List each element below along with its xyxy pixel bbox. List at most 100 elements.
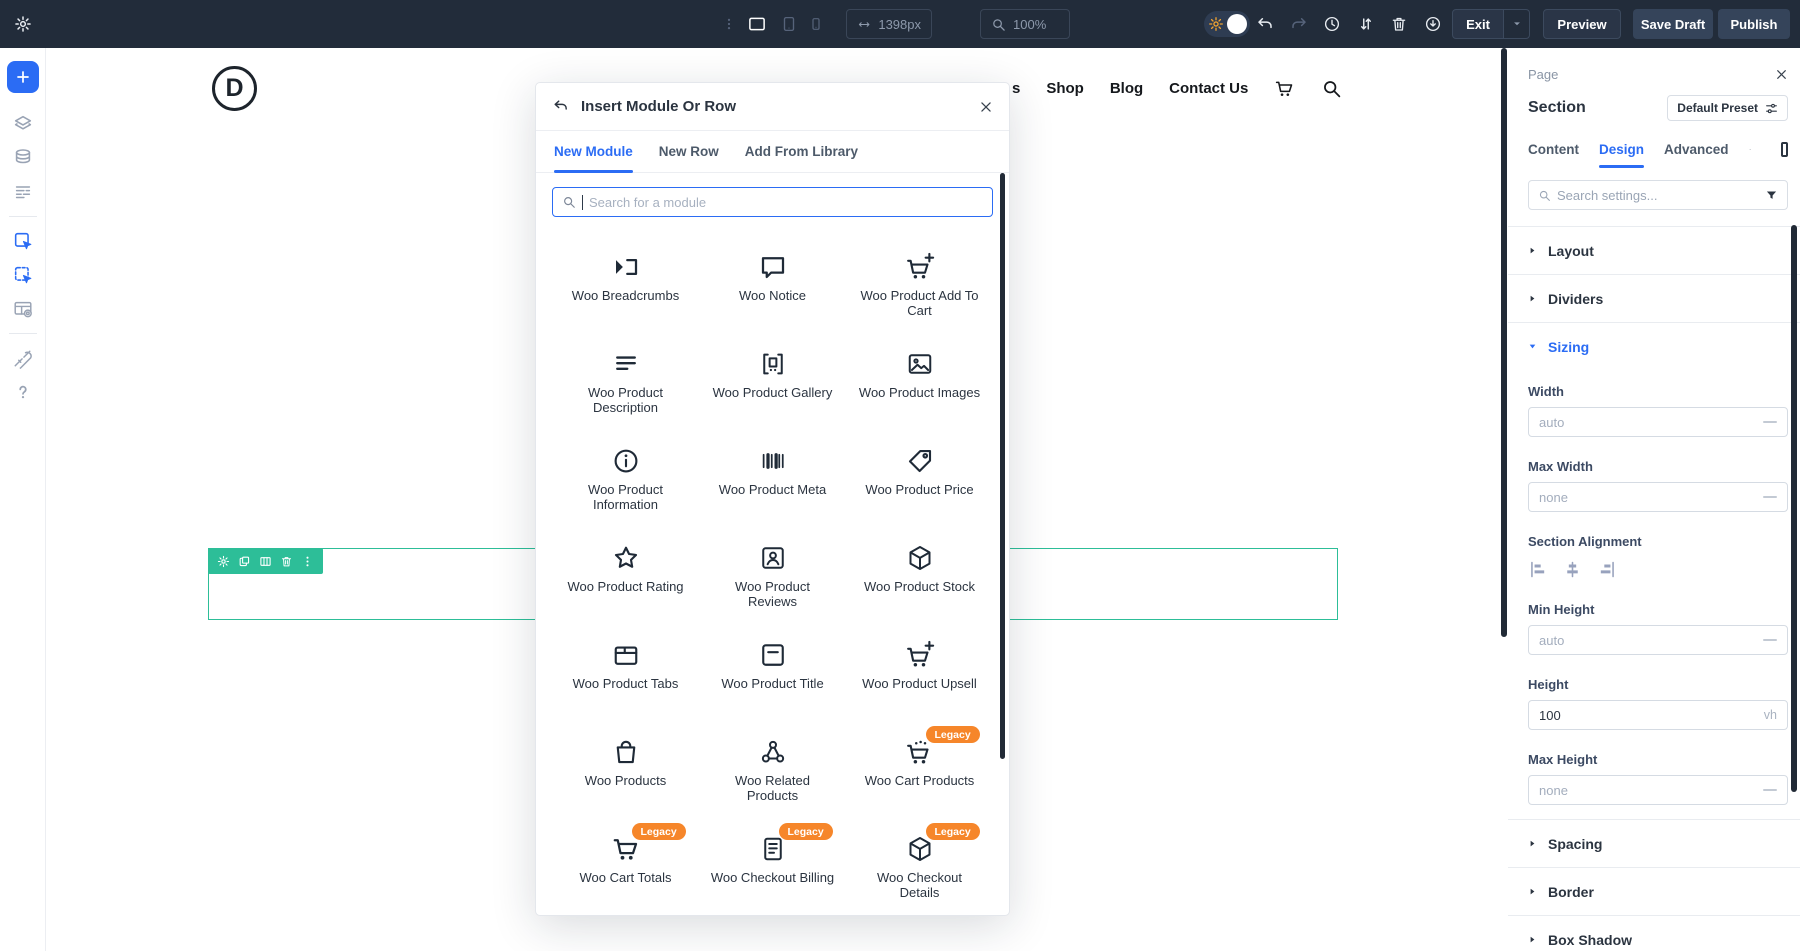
undo-icon[interactable] bbox=[1256, 15, 1274, 33]
drag-handle-dash-icon[interactable] bbox=[1763, 421, 1777, 423]
site-logo[interactable]: D bbox=[212, 66, 257, 111]
preview-button[interactable]: Preview bbox=[1543, 9, 1621, 39]
settings-search-input[interactable] bbox=[1557, 188, 1759, 203]
search-icon[interactable] bbox=[1321, 78, 1342, 99]
exit-button[interactable]: Exit bbox=[1452, 9, 1504, 39]
history-clock-icon[interactable] bbox=[1323, 15, 1341, 33]
accordion-layout[interactable]: Layout bbox=[1508, 226, 1800, 274]
redo-icon[interactable] bbox=[1290, 15, 1308, 33]
module-item-woo-product-title[interactable]: Woo Product Title bbox=[699, 625, 846, 722]
module-item-woo-related-products[interactable]: Woo Related Products bbox=[699, 722, 846, 819]
module-item-woo-breadcrumbs[interactable]: Woo Breadcrumbs bbox=[552, 237, 699, 334]
sidebar-pointer-alt-icon[interactable] bbox=[12, 264, 34, 286]
responsive-preview-icon[interactable] bbox=[1781, 142, 1788, 157]
cart-icon[interactable] bbox=[1274, 78, 1295, 99]
desktop-view-icon[interactable] bbox=[746, 15, 768, 33]
canvas-scrollbar[interactable] bbox=[1501, 48, 1507, 637]
publish-button[interactable]: Publish bbox=[1718, 9, 1790, 39]
module-item-woo-product-gallery[interactable]: Woo Product Gallery bbox=[699, 334, 846, 431]
tablet-view-icon[interactable] bbox=[780, 15, 798, 33]
nav-item[interactable]: Shop bbox=[1046, 80, 1084, 97]
module-item-woo-product-tabs[interactable]: Woo Product Tabs bbox=[552, 625, 699, 722]
input-min-height[interactable] bbox=[1539, 633, 1757, 648]
module-item-woo-checkout-billing[interactable]: Woo Checkout BillingLegacy bbox=[699, 819, 846, 916]
module-item-woo-checkout-details[interactable]: Woo Checkout DetailsLegacy bbox=[846, 819, 993, 916]
panel-scrollbar[interactable] bbox=[1791, 225, 1797, 792]
modal-close-icon[interactable] bbox=[979, 100, 993, 114]
canvas-zoom-input[interactable]: 100% bbox=[980, 9, 1070, 39]
module-item-woo-product-upsell[interactable]: Woo Product Upsell bbox=[846, 625, 993, 722]
section-trash-icon[interactable] bbox=[280, 555, 293, 568]
panel-tab-design[interactable]: Design bbox=[1599, 130, 1644, 168]
modal-tab-new-module[interactable]: New Module bbox=[554, 131, 633, 172]
section-gear-icon[interactable] bbox=[217, 555, 230, 568]
exit-dropdown-caret[interactable] bbox=[1504, 9, 1530, 39]
input-max-height[interactable] bbox=[1539, 783, 1757, 798]
back-arrow-icon[interactable] bbox=[552, 98, 569, 115]
modal-scrollbar[interactable] bbox=[1000, 173, 1005, 759]
sidebar-list-icon[interactable] bbox=[12, 181, 34, 203]
drag-handle-dash-icon[interactable] bbox=[1763, 639, 1777, 641]
section-duplicate-icon[interactable] bbox=[238, 555, 251, 568]
section-columns-icon[interactable] bbox=[259, 555, 272, 568]
accordion-spacing[interactable]: Spacing bbox=[1508, 819, 1800, 867]
module-item-woo-notice[interactable]: Woo Notice bbox=[699, 237, 846, 334]
module-item-woo-product-images[interactable]: Woo Product Images bbox=[846, 334, 993, 431]
module-item-woo-product-price[interactable]: Woo Product Price bbox=[846, 431, 993, 528]
builder-settings-gear-icon[interactable] bbox=[14, 15, 32, 33]
module-item-woo-product-meta[interactable]: Woo Product Meta bbox=[699, 431, 846, 528]
module-item-woo-cart-totals[interactable]: Woo Cart TotalsLegacy bbox=[552, 819, 699, 916]
align-center-icon[interactable] bbox=[1562, 559, 1583, 580]
sidebar-pointer-icon[interactable] bbox=[12, 230, 34, 252]
save-draft-button[interactable]: Save Draft bbox=[1633, 9, 1713, 39]
module-item-woo-product-information[interactable]: Woo Product Information bbox=[552, 431, 699, 528]
module-item-woo-products[interactable]: Woo Products bbox=[552, 722, 699, 819]
panel-tab-content[interactable]: Content bbox=[1528, 130, 1579, 168]
sidebar-table-settings-icon[interactable] bbox=[12, 298, 34, 320]
section-kebab-vertical-icon[interactable] bbox=[301, 555, 314, 568]
module-item-woo-product-stock[interactable]: Woo Product Stock bbox=[846, 528, 993, 625]
module-item-woo-cart-products[interactable]: Woo Cart ProductsLegacy bbox=[846, 722, 993, 819]
accordion-box-shadow[interactable]: Box Shadow bbox=[1508, 915, 1800, 951]
align-left-icon[interactable] bbox=[1528, 559, 1549, 580]
panel-close-icon[interactable] bbox=[1775, 68, 1788, 81]
nav-item[interactable]: Blog bbox=[1110, 80, 1143, 97]
module-item-woo-product-description[interactable]: Woo Product Description bbox=[552, 334, 699, 431]
default-preset-button[interactable]: Default Preset bbox=[1667, 95, 1788, 121]
modal-tab-new-row[interactable]: New Row bbox=[659, 131, 719, 172]
sidebar-database-icon[interactable] bbox=[12, 147, 34, 169]
panel-tabs-caret-icon[interactable] bbox=[1749, 144, 1751, 155]
interaction-mode-toggle[interactable] bbox=[1204, 11, 1250, 37]
input-width[interactable] bbox=[1539, 415, 1757, 430]
drag-handle-dash-icon[interactable] bbox=[1763, 496, 1777, 498]
accordion-dividers[interactable]: Dividers bbox=[1508, 274, 1800, 322]
input-height[interactable] bbox=[1539, 708, 1758, 723]
align-right-icon[interactable] bbox=[1596, 559, 1617, 580]
add-module-button[interactable] bbox=[7, 61, 39, 93]
module-item-woo-product-add-to-cart[interactable]: Woo Product Add To Cart bbox=[846, 237, 993, 334]
accordion-border[interactable]: Border bbox=[1508, 867, 1800, 915]
drag-handle-dash-icon[interactable] bbox=[1763, 789, 1777, 791]
settings-search-box[interactable] bbox=[1528, 180, 1788, 210]
nav-item[interactable]: Contact Us bbox=[1169, 80, 1248, 97]
module-search-input[interactable] bbox=[589, 195, 983, 210]
portability-icon[interactable] bbox=[1424, 15, 1442, 33]
nav-item[interactable]: s bbox=[1012, 80, 1020, 97]
filter-funnel-icon[interactable] bbox=[1765, 189, 1778, 202]
sidebar-layers-icon[interactable] bbox=[12, 113, 34, 135]
sort-arrows-icon[interactable] bbox=[1357, 15, 1375, 33]
sidebar-help-icon[interactable] bbox=[12, 381, 34, 403]
module-item-woo-product-reviews[interactable]: Woo Product Reviews bbox=[699, 528, 846, 625]
modal-tab-add-from-library[interactable]: Add From Library bbox=[745, 131, 858, 172]
input-max-width[interactable] bbox=[1539, 490, 1757, 505]
module-search-box[interactable] bbox=[552, 187, 993, 217]
canvas-width-input[interactable]: 1398px bbox=[846, 9, 932, 39]
trash-icon[interactable] bbox=[1390, 15, 1408, 33]
phone-view-icon[interactable] bbox=[808, 15, 824, 33]
accordion-sizing[interactable]: Sizing bbox=[1508, 322, 1800, 370]
panel-tab-advanced[interactable]: Advanced bbox=[1664, 130, 1729, 168]
more-options-kebab-icon[interactable] bbox=[722, 15, 736, 33]
module-item-woo-product-rating[interactable]: Woo Product Rating bbox=[552, 528, 699, 625]
modal-title: Insert Module Or Row bbox=[581, 98, 736, 115]
sidebar-tools-icon[interactable] bbox=[12, 347, 34, 369]
